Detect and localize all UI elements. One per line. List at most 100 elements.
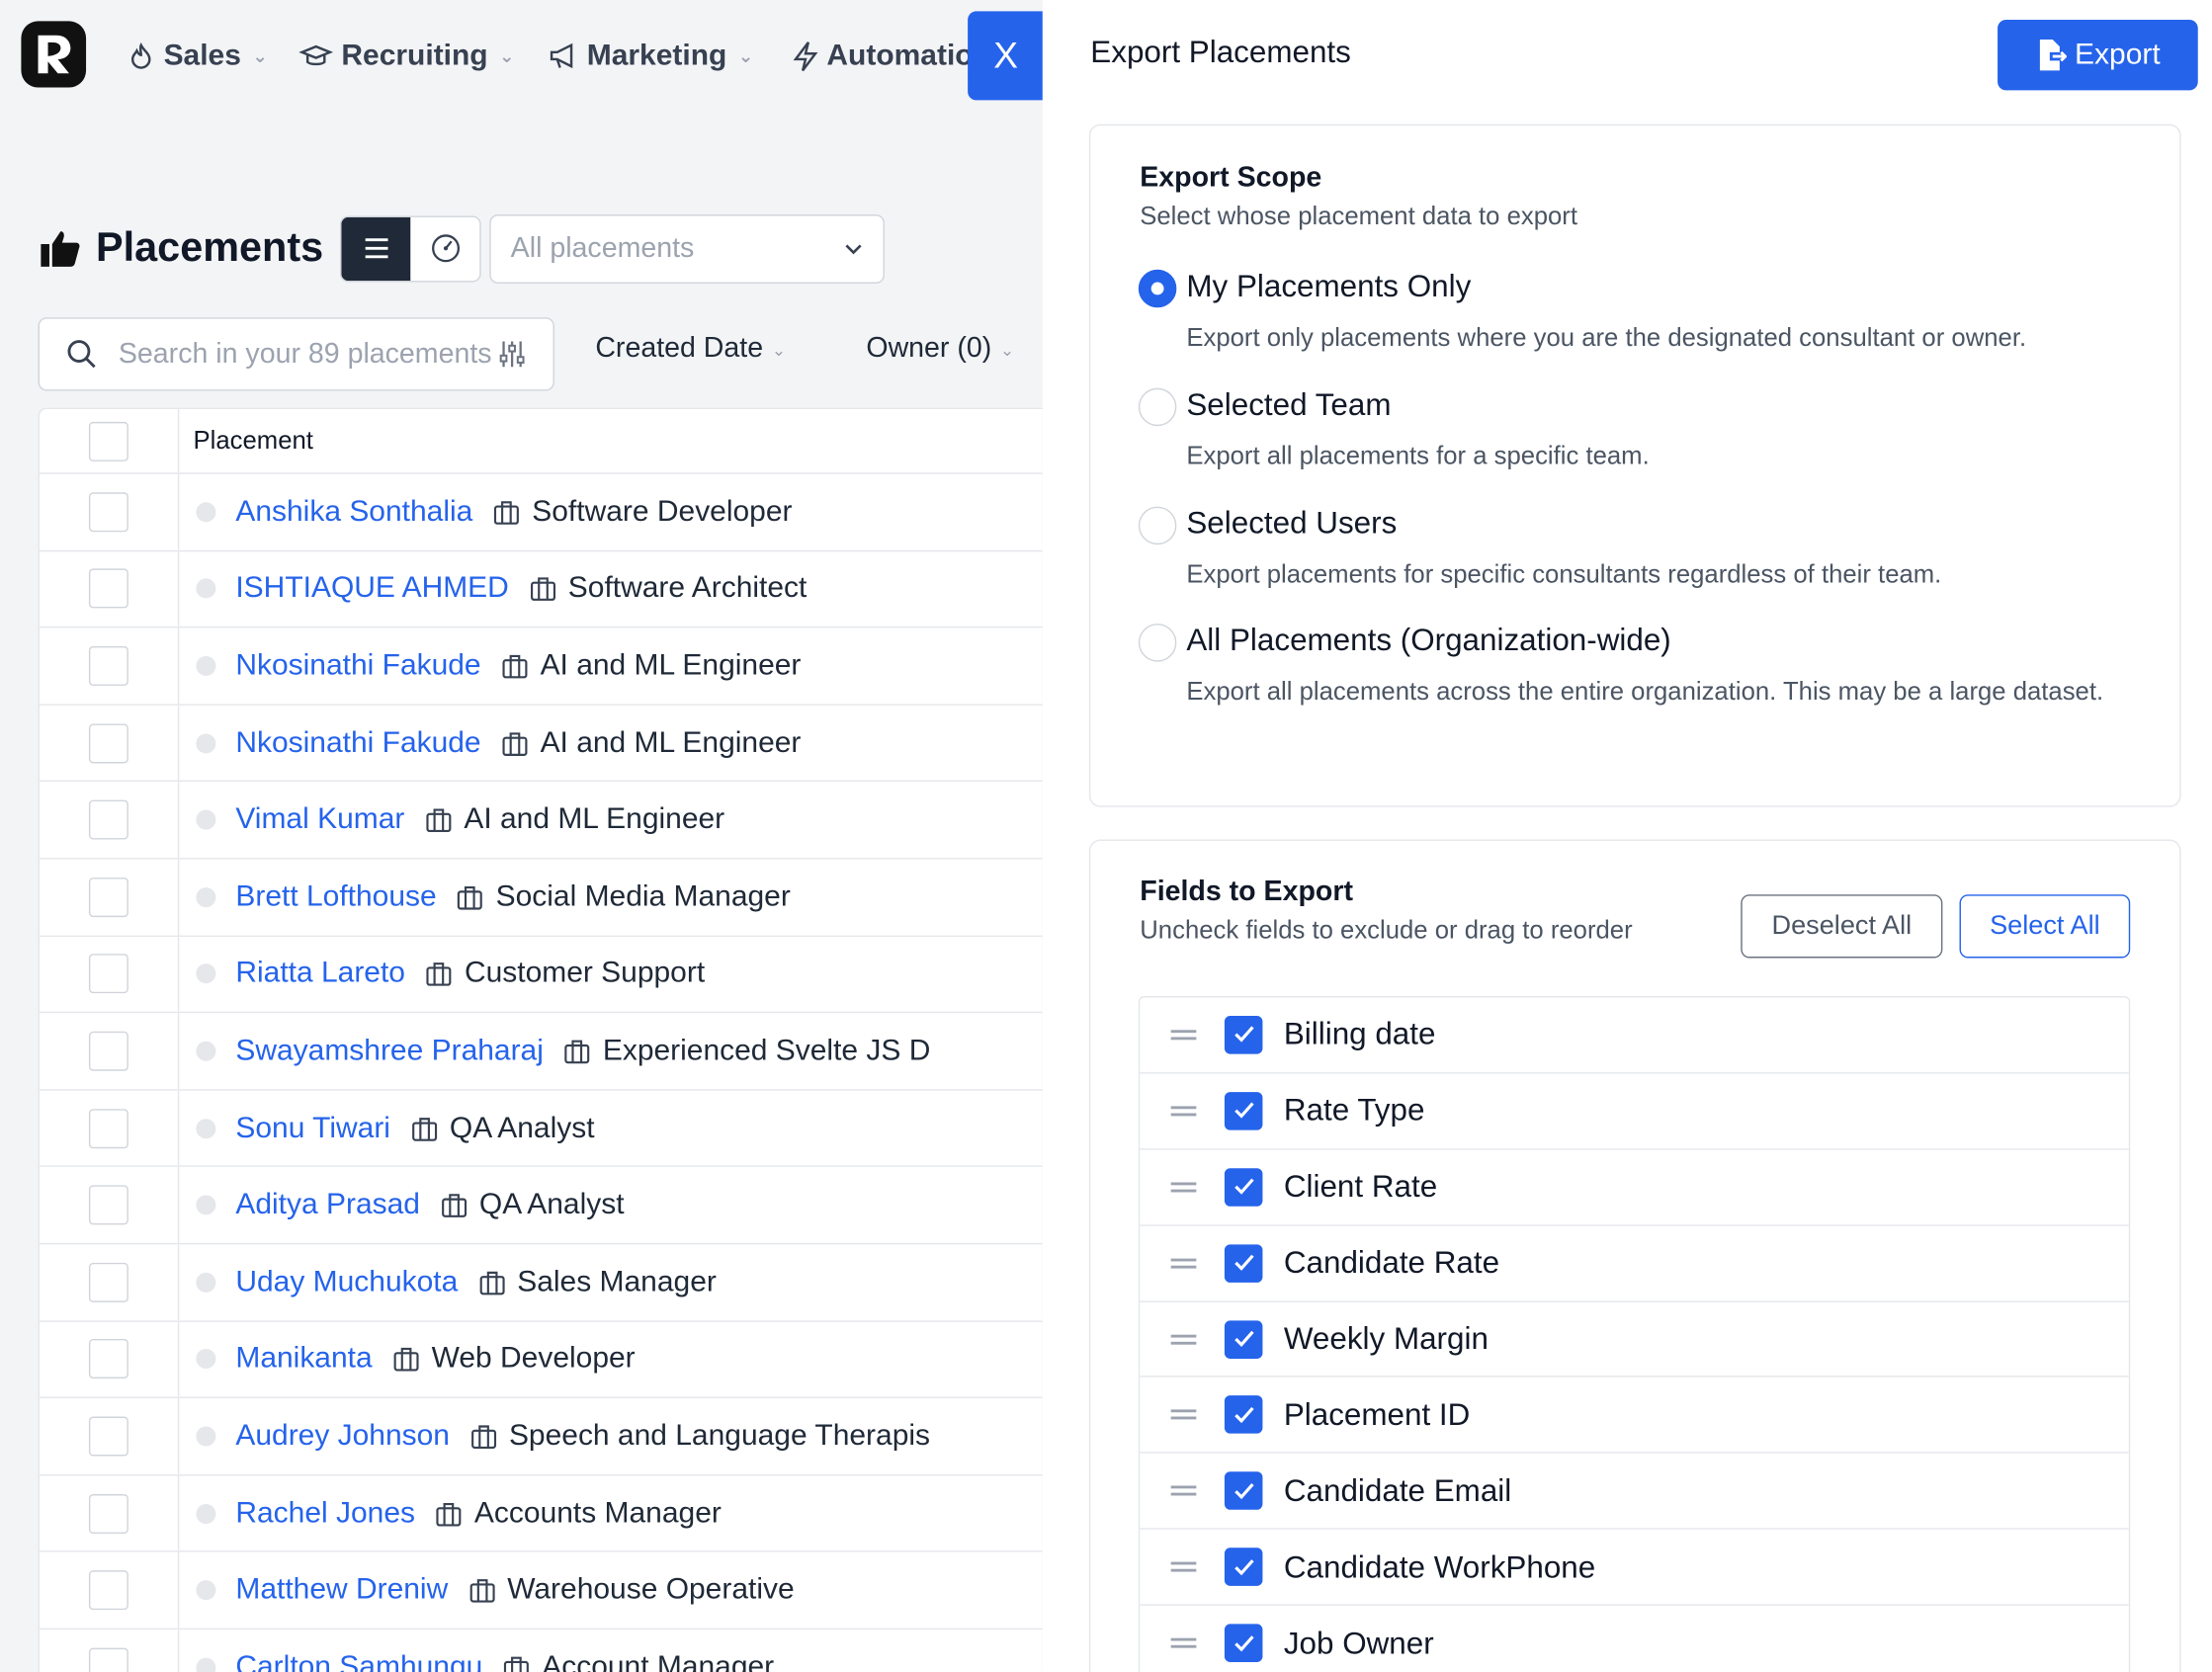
- export-field-row[interactable]: Billing date: [1140, 997, 2129, 1074]
- row-checkbox[interactable]: [88, 722, 128, 763]
- drag-handle-icon[interactable]: [1170, 1330, 1197, 1349]
- search-input[interactable]: Search in your 89 placements: [119, 338, 497, 371]
- list-view-button[interactable]: [341, 216, 411, 281]
- search-box[interactable]: Search in your 89 placements: [38, 317, 554, 391]
- candidate-name-link[interactable]: Uday Muchukota: [235, 1265, 458, 1298]
- row-checkbox[interactable]: [88, 1108, 128, 1148]
- candidate-name-link[interactable]: Aditya Prasad: [235, 1188, 420, 1221]
- candidate-name-link[interactable]: Swayamshree Praharaj: [235, 1035, 544, 1068]
- candidate-name-link[interactable]: Nkosinathi Fakude: [235, 726, 480, 760]
- row-checkbox[interactable]: [88, 1416, 128, 1457]
- field-checkbox[interactable]: [1224, 1624, 1263, 1663]
- export-field-row[interactable]: Job Owner: [1140, 1606, 2129, 1672]
- radio-my-placements[interactable]: [1138, 269, 1177, 308]
- candidate-name-link[interactable]: Rachel Jones: [235, 1496, 415, 1530]
- candidate-name-link[interactable]: Carlton Samhungu: [235, 1650, 482, 1672]
- table-row[interactable]: Riatta Lareto Customer Support: [39, 936, 1043, 1014]
- sliders-icon[interactable]: [496, 339, 527, 370]
- deselect-all-button[interactable]: Deselect All: [1741, 894, 1943, 959]
- drag-handle-icon[interactable]: [1170, 1178, 1197, 1197]
- drag-handle-icon[interactable]: [1170, 1406, 1197, 1425]
- drag-handle-icon[interactable]: [1170, 1254, 1197, 1273]
- table-row[interactable]: Manikanta Web Developer: [39, 1321, 1043, 1399]
- candidate-name-link[interactable]: Audrey Johnson: [235, 1419, 450, 1453]
- candidate-name-link[interactable]: ISHTIAQUE AHMED: [235, 572, 508, 606]
- drag-handle-icon[interactable]: [1170, 1102, 1197, 1121]
- export-field-row[interactable]: Weekly Margin: [1140, 1301, 2129, 1379]
- row-checkbox[interactable]: [88, 1185, 128, 1225]
- table-row[interactable]: Rachel Jones Accounts Manager: [39, 1475, 1043, 1553]
- field-checkbox[interactable]: [1224, 1167, 1263, 1207]
- table-row[interactable]: Uday Muchukota Sales Manager: [39, 1244, 1043, 1322]
- table-row[interactable]: Nkosinathi Fakude AI and ML Engineer: [39, 705, 1043, 783]
- field-checkbox[interactable]: [1224, 1015, 1263, 1054]
- select-all-checkbox[interactable]: [88, 421, 128, 461]
- nav-automation[interactable]: Automatio: [793, 34, 974, 79]
- row-checkbox[interactable]: [88, 1647, 128, 1672]
- nav-sales[interactable]: Sales ⌄: [127, 34, 268, 79]
- field-checkbox[interactable]: [1224, 1319, 1263, 1359]
- export-button[interactable]: Export: [1998, 19, 2198, 91]
- placements-view-select[interactable]: All placements: [489, 214, 885, 284]
- row-checkbox[interactable]: [88, 799, 128, 840]
- drag-handle-icon[interactable]: [1170, 1558, 1197, 1577]
- radio-all-placements[interactable]: [1138, 624, 1177, 662]
- table-row[interactable]: ISHTIAQUE AHMED Software Architect: [39, 550, 1043, 628]
- export-field-row[interactable]: Client Rate: [1140, 1149, 2129, 1226]
- nav-recruiting[interactable]: Recruiting ⌄: [298, 34, 515, 79]
- job-title: AI and ML Engineer: [540, 725, 802, 759]
- table-row[interactable]: Audrey Johnson Speech and Language Therap…: [39, 1398, 1043, 1476]
- created-date-filter[interactable]: Created Date ⌄: [595, 333, 786, 366]
- candidate-name-link[interactable]: Matthew Dreniw: [235, 1573, 448, 1607]
- table-row[interactable]: Brett Lofthouse Social Media Manager: [39, 859, 1043, 937]
- app-logo[interactable]: [21, 21, 87, 88]
- row-checkbox[interactable]: [88, 1262, 128, 1302]
- row-checkbox[interactable]: [88, 1570, 128, 1611]
- table-row[interactable]: Vimal Kumar AI and ML Engineer: [39, 782, 1043, 860]
- close-panel-button[interactable]: X: [968, 11, 1045, 101]
- row-checkbox[interactable]: [88, 492, 128, 532]
- field-label: Candidate Rate: [1283, 1244, 1500, 1281]
- drag-handle-icon[interactable]: [1170, 1633, 1197, 1652]
- field-checkbox[interactable]: [1224, 1091, 1263, 1130]
- select-all-button[interactable]: Select All: [1959, 894, 2131, 959]
- table-row[interactable]: Matthew Dreniw Warehouse Operative: [39, 1552, 1043, 1630]
- candidate-name-link[interactable]: Sonu Tiwari: [235, 1111, 390, 1144]
- radio-selected-users[interactable]: [1138, 506, 1177, 545]
- drag-handle-icon[interactable]: [1170, 1482, 1197, 1501]
- field-checkbox[interactable]: [1224, 1547, 1263, 1587]
- candidate-name-link[interactable]: Riatta Lareto: [235, 958, 405, 991]
- nav-marketing[interactable]: Marketing ⌄: [548, 34, 753, 79]
- row-checkbox[interactable]: [88, 954, 128, 994]
- candidate-name-link[interactable]: Nkosinathi Fakude: [235, 649, 480, 683]
- table-row[interactable]: Sonu Tiwari QA Analyst: [39, 1090, 1043, 1168]
- row-checkbox[interactable]: [88, 645, 128, 686]
- export-field-row[interactable]: Placement ID: [1140, 1378, 2129, 1455]
- table-row[interactable]: Carlton Samhungu Account Manager: [40, 1629, 1043, 1672]
- table-row[interactable]: Aditya Prasad QA Analyst: [39, 1167, 1043, 1245]
- table-row[interactable]: Anshika Sonthalia Software Developer: [39, 473, 1043, 551]
- dashboard-view-button[interactable]: [410, 216, 480, 281]
- table-row[interactable]: Nkosinathi Fakude AI and ML Engineer: [39, 627, 1043, 706]
- candidate-name-link[interactable]: Vimal Kumar: [235, 803, 404, 837]
- candidate-name-link[interactable]: Manikanta: [235, 1342, 372, 1376]
- export-field-row[interactable]: Rate Type: [1140, 1073, 2129, 1150]
- owner-filter[interactable]: Owner (0) ⌄: [866, 333, 1014, 366]
- radio-selected-team[interactable]: [1138, 387, 1177, 427]
- row-checkbox[interactable]: [88, 1031, 128, 1071]
- export-field-row[interactable]: Candidate Rate: [1140, 1225, 2129, 1302]
- row-checkbox[interactable]: [88, 1493, 128, 1534]
- export-field-row[interactable]: Candidate Email: [1140, 1454, 2129, 1531]
- drag-handle-icon[interactable]: [1170, 1026, 1197, 1045]
- row-checkbox[interactable]: [88, 568, 128, 609]
- candidate-name-link[interactable]: Anshika Sonthalia: [235, 495, 472, 529]
- table-row[interactable]: Swayamshree Praharaj Experienced Svelte J…: [39, 1013, 1043, 1091]
- row-checkbox[interactable]: [88, 1339, 128, 1379]
- export-field-row[interactable]: Candidate WorkPhone: [1140, 1530, 2129, 1607]
- candidate-name-link[interactable]: Brett Lofthouse: [235, 880, 436, 914]
- field-checkbox[interactable]: [1224, 1243, 1263, 1283]
- row-checkbox[interactable]: [88, 877, 128, 917]
- field-checkbox[interactable]: [1224, 1395, 1263, 1435]
- placement-cell: Swayamshree Praharaj Experienced Svelte J…: [179, 1035, 1025, 1068]
- field-checkbox[interactable]: [1224, 1471, 1263, 1511]
